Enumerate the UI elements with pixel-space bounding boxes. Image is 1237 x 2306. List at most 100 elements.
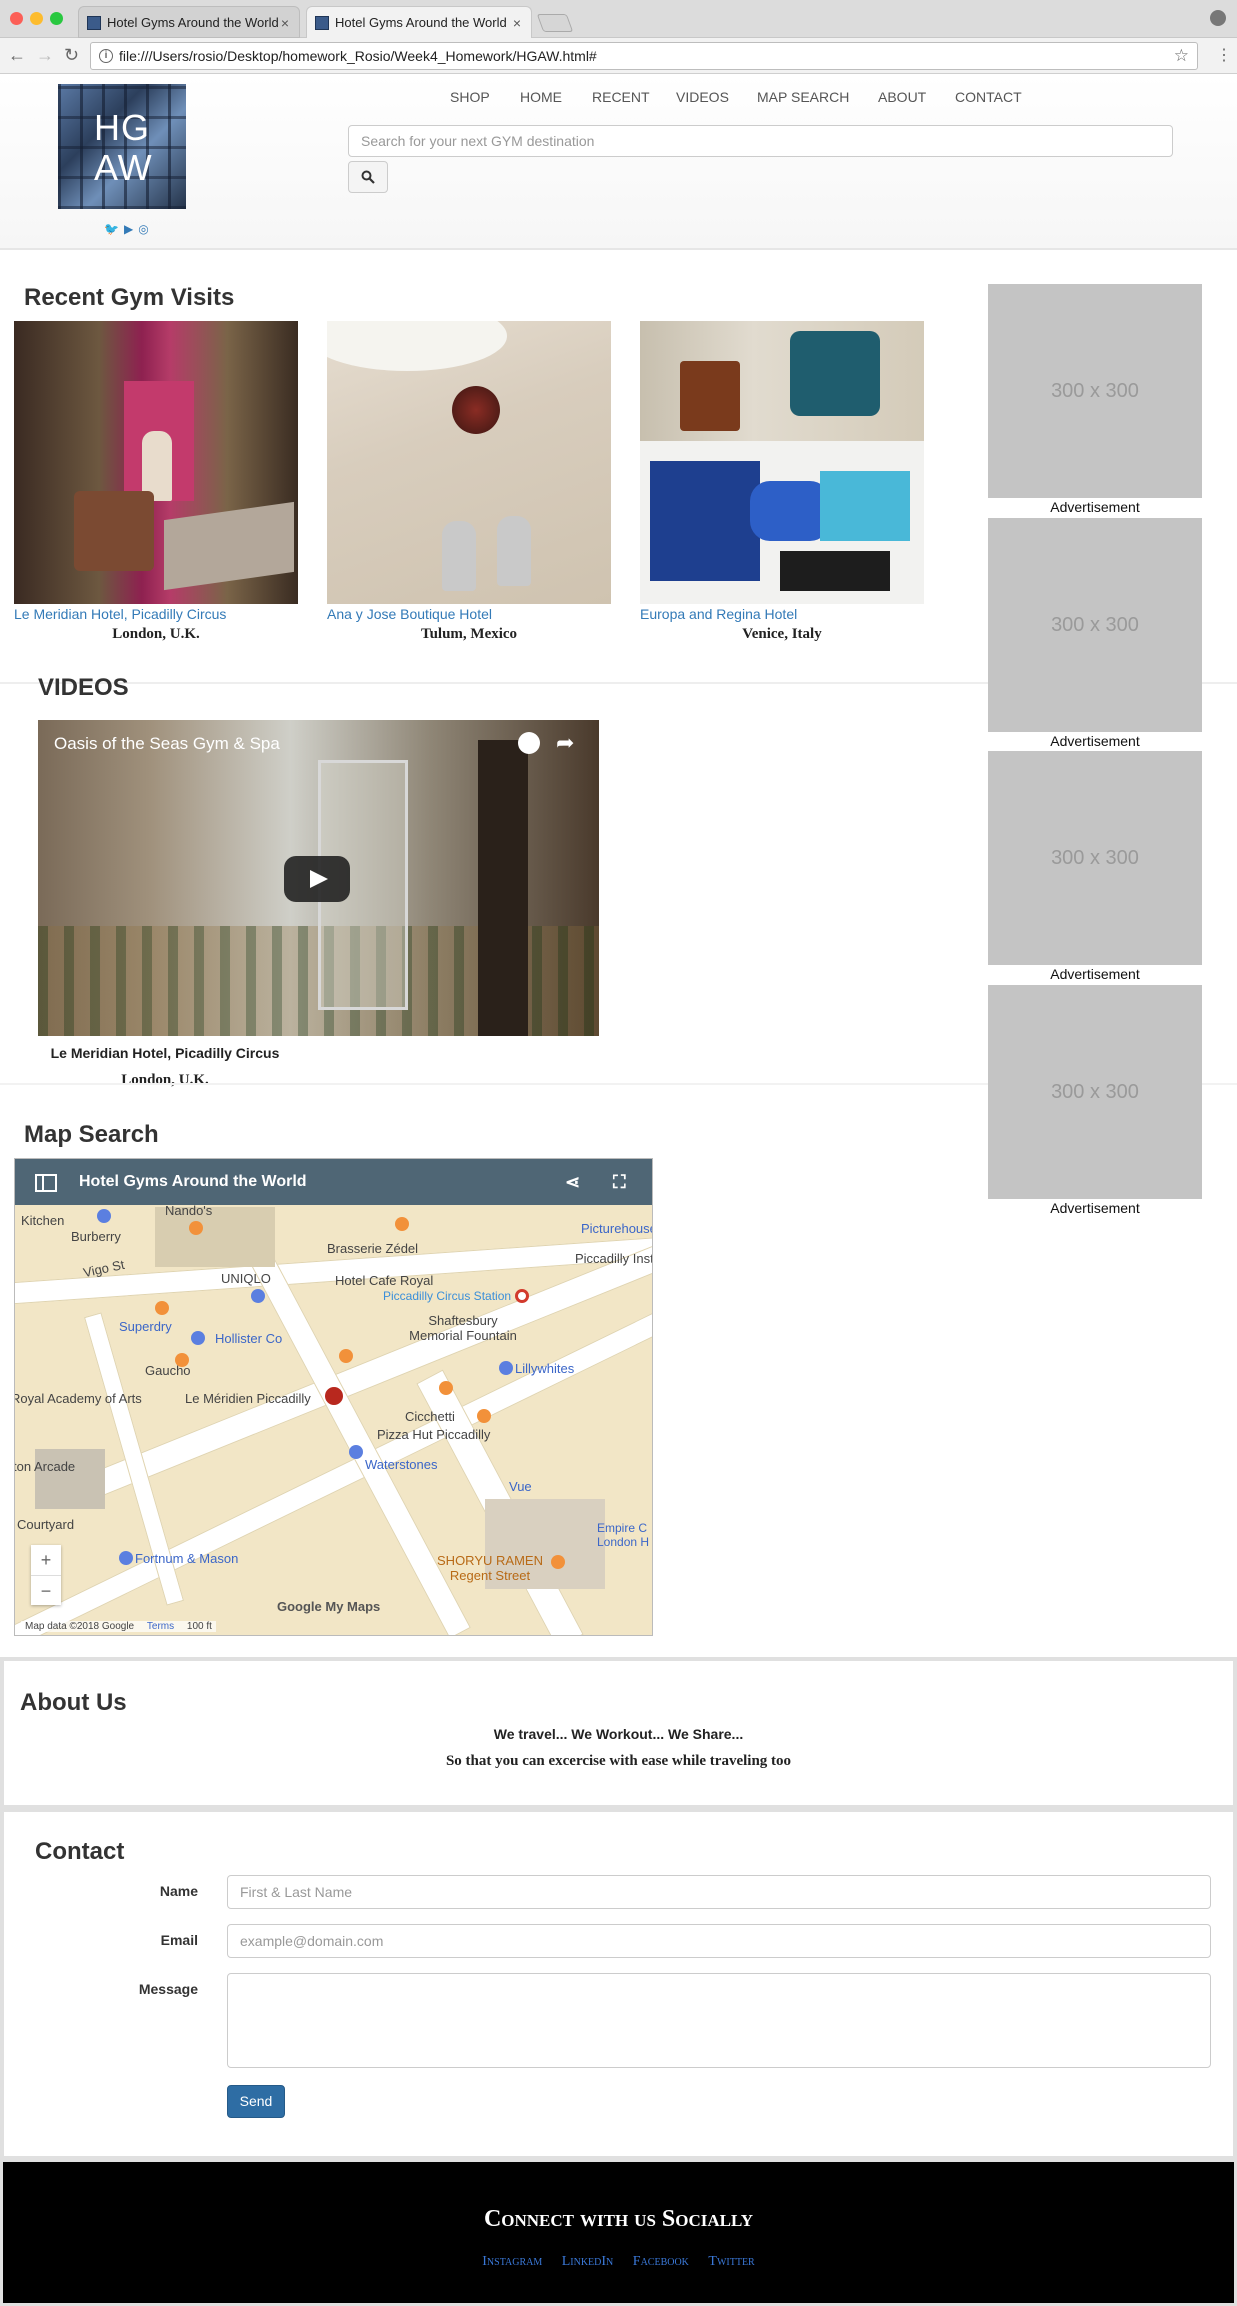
- share-icon[interactable]: ⋖: [565, 1159, 580, 1205]
- browser-tab[interactable]: Hotel Gyms Around the World ×: [78, 6, 300, 38]
- profile-icon[interactable]: [1210, 10, 1226, 26]
- menu-icon[interactable]: ⋮: [1216, 45, 1232, 65]
- advertisement-label: Advertisement: [1050, 1200, 1140, 1216]
- shop-pin-icon[interactable]: [191, 1331, 205, 1345]
- map-label: Courtyard: [17, 1517, 75, 1532]
- message-textarea[interactable]: [227, 1973, 1211, 2068]
- footer-title: Connect with us Socially: [483, 2206, 754, 2232]
- station-icon[interactable]: [515, 1289, 529, 1303]
- shop-pin-icon[interactable]: [97, 1209, 111, 1223]
- map-section-title: Map Search: [24, 1121, 159, 1148]
- new-tab-button[interactable]: [536, 14, 574, 32]
- email-label: Email: [160, 1932, 198, 1948]
- share-icon[interactable]: ➦: [556, 730, 574, 756]
- info-icon[interactable]: i: [99, 49, 113, 63]
- video-caption-hotel: Le Meridian Hotel, Picadilly Circus: [50, 1045, 280, 1061]
- recent-photo-venice[interactable]: [640, 321, 924, 604]
- map-zoom-control[interactable]: + −: [31, 1545, 61, 1605]
- recent-photo-tulum[interactable]: [327, 321, 611, 604]
- advertisement-placeholder[interactable]: 300 x 300: [988, 751, 1202, 965]
- name-field[interactable]: First & Last Name: [227, 1875, 1211, 1909]
- footer-link-twitter[interactable]: Twitter: [708, 2254, 754, 2269]
- nav-shop[interactable]: SHOP: [450, 89, 490, 105]
- browser-tab-active[interactable]: Hotel Gyms Around the World ×: [306, 6, 532, 38]
- map-embed[interactable]: Hotel Gyms Around the World ⋖ ⛶ Kitchen …: [14, 1158, 653, 1636]
- recent-hotel-location: Venice, Italy: [742, 626, 822, 642]
- watch-later-icon[interactable]: [518, 732, 540, 754]
- restaurant-pin-icon[interactable]: [439, 1381, 453, 1395]
- video-title[interactable]: Oasis of the Seas Gym & Spa: [54, 734, 280, 754]
- recent-hotel-location: London, U.K.: [112, 626, 200, 642]
- site-logo[interactable]: HG AW: [58, 84, 186, 209]
- instagram-icon[interactable]: ◎: [138, 222, 148, 236]
- nav-about[interactable]: ABOUT: [878, 89, 926, 105]
- recent-photo-london[interactable]: [14, 321, 298, 604]
- minimize-window-button[interactable]: [30, 12, 43, 25]
- nav-home[interactable]: HOME: [520, 89, 562, 105]
- zoom-out-button[interactable]: −: [31, 1575, 61, 1606]
- name-label: Name: [159, 1883, 198, 1899]
- shop-pin-icon[interactable]: [251, 1289, 265, 1303]
- shop-pin-icon[interactable]: [499, 1361, 513, 1375]
- nav-videos[interactable]: VIDEOS: [676, 89, 729, 105]
- about-description: So that you can excercise with ease whil…: [445, 1753, 792, 1769]
- browser-tab-strip: Hotel Gyms Around the World × Hotel Gyms…: [0, 0, 1237, 38]
- map-label: Royal Academy of Arts: [14, 1391, 142, 1406]
- video-player[interactable]: Oasis of the Seas Gym & Spa ➦: [38, 720, 599, 1036]
- recent-hotel-link[interactable]: Ana y Jose Boutique Hotel: [327, 606, 492, 622]
- nav-recent[interactable]: RECENT: [592, 89, 650, 105]
- search-icon: [361, 170, 375, 184]
- search-input[interactable]: Search for your next GYM destination: [348, 125, 1173, 157]
- youtube-icon[interactable]: ▶: [124, 222, 133, 236]
- map-label: Nando's: [165, 1203, 213, 1218]
- nav-contact[interactable]: CONTACT: [955, 89, 1022, 105]
- restaurant-pin-icon[interactable]: [339, 1349, 353, 1363]
- map-name: Hotel Gyms Around the World: [79, 1173, 307, 1190]
- restaurant-pin-icon[interactable]: [395, 1217, 409, 1231]
- recent-section-title: Recent Gym Visits: [24, 284, 235, 311]
- restaurant-pin-icon[interactable]: [189, 1221, 203, 1235]
- footer-social-links: Instagram LinkedIn Facebook Twitter: [3, 2254, 1234, 2270]
- shop-pin-icon[interactable]: [155, 1301, 169, 1315]
- footer-link-linkedin[interactable]: LinkedIn: [562, 2254, 614, 2269]
- gym-marker-icon[interactable]: [323, 1385, 345, 1407]
- back-icon[interactable]: ←: [8, 45, 26, 66]
- recent-hotel-link[interactable]: Europa and Regina Hotel: [640, 606, 797, 622]
- maximize-window-button[interactable]: [50, 12, 63, 25]
- map-scale: 100 ft: [186, 1621, 212, 1632]
- footer-link-facebook[interactable]: Facebook: [633, 2254, 689, 2269]
- shop-pin-icon[interactable]: [119, 1551, 133, 1565]
- restaurant-pin-icon[interactable]: [175, 1353, 189, 1367]
- close-window-button[interactable]: [10, 12, 23, 25]
- advertisement-placeholder[interactable]: 300 x 300: [988, 985, 1202, 1199]
- twitter-icon[interactable]: 🐦: [104, 222, 119, 236]
- bookmark-star-icon[interactable]: ☆: [1174, 43, 1189, 69]
- advertisement-placeholder[interactable]: 300 x 300: [988, 518, 1202, 732]
- favicon-icon: [87, 16, 101, 30]
- fullscreen-icon[interactable]: ⛶: [613, 1159, 626, 1205]
- logo-text: HG AW: [94, 107, 153, 188]
- play-icon[interactable]: [284, 856, 350, 902]
- recent-hotel-link[interactable]: Le Meridian Hotel, Picadilly Circus: [14, 606, 226, 622]
- nav-map-search[interactable]: MAP SEARCH: [757, 89, 849, 105]
- map-label: Picturehouse Cent: [581, 1221, 653, 1236]
- email-field[interactable]: example@domain.com: [227, 1924, 1211, 1958]
- search-button[interactable]: [348, 161, 388, 193]
- send-button[interactable]: Send: [227, 2085, 285, 2118]
- url-input[interactable]: i file:///Users/rosio/Desktop/homework_R…: [90, 42, 1198, 70]
- restaurant-pin-icon[interactable]: [477, 1409, 491, 1423]
- advertisement-placeholder[interactable]: 300 x 300: [988, 284, 1202, 498]
- map-terms-link[interactable]: Terms: [147, 1621, 174, 1632]
- footer-link-instagram[interactable]: Instagram: [482, 2254, 542, 2269]
- shop-pin-icon[interactable]: [349, 1445, 363, 1459]
- map-label: Brasserie Zédel: [327, 1241, 419, 1256]
- map-label: UNIQLO: [221, 1271, 271, 1286]
- map-legend-icon[interactable]: [35, 1174, 57, 1192]
- restaurant-pin-icon[interactable]: [551, 1555, 565, 1569]
- forward-icon[interactable]: →: [36, 45, 54, 66]
- tab-title: Hotel Gyms Around the World: [107, 15, 279, 30]
- reload-icon[interactable]: ↻: [64, 45, 79, 66]
- close-tab-icon[interactable]: ×: [281, 7, 289, 39]
- zoom-in-button[interactable]: +: [31, 1545, 61, 1575]
- close-tab-icon[interactable]: ×: [513, 7, 521, 39]
